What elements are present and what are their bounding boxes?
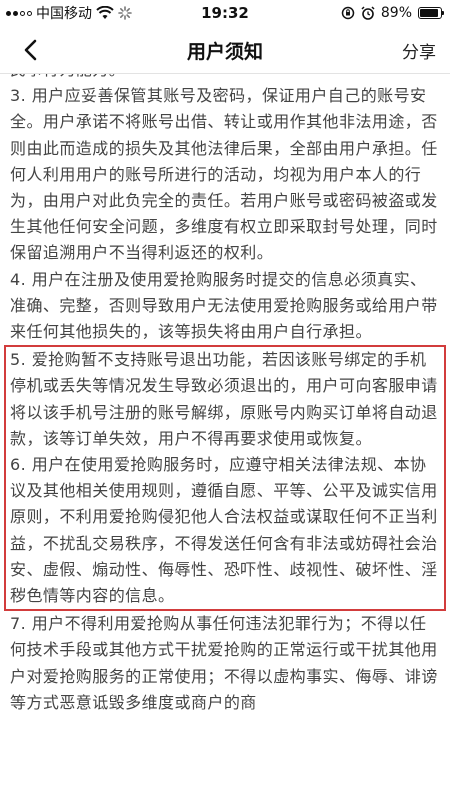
back-button[interactable] [14, 34, 46, 66]
terms-item-4: 4. 用户在注册及使用爱抢购服务时提交的信息必须真实、准确、完整，否则导致用户无… [10, 269, 438, 342]
terms-item-2-tail: 民事行为能力。 [10, 74, 440, 83]
status-bar: 中国移动 19:32 89% [0, 0, 450, 26]
battery-percent: 89% [380, 5, 412, 21]
status-right: 89% [341, 0, 444, 26]
terms-item-3: 3. 用户应妥善保管其账号及密码，保证用户自己的账号安全。用户承诺不将账号出借、… [10, 86, 438, 263]
orientation-lock-icon [341, 6, 355, 20]
terms-item-5: 5. 爱抢购暂不支持账号退出功能，若因该账号绑定的手机停机或丢失等情况发生导致必… [10, 350, 438, 448]
page-title: 用户须知 [186, 40, 263, 63]
terms-content[interactable]: 民事行为能力。 3. 用户应妥善保管其账号及密码，保证用户自己的账号安全。用户承… [0, 74, 450, 800]
highlight-box: 5. 爱抢购暂不支持账号退出功能，若因该账号绑定的手机停机或丢失等情况发生导致必… [4, 345, 446, 612]
share-button[interactable]: 分享 [402, 26, 436, 74]
terms-item-6: 6. 用户在使用爱抢购服务时，应遵守相关法律法规、本协议及其他相关使用规则，遵循… [10, 455, 438, 606]
battery-icon [418, 7, 444, 19]
nav-bar: 用户须知 分享 [0, 26, 450, 74]
chevron-left-icon [24, 39, 37, 61]
alarm-icon [361, 6, 375, 20]
terms-item-7: 7. 用户不得利用爱抢购从事任何违法犯罪行为；不得以任何技术手段或其他方式干扰爱… [10, 614, 438, 712]
